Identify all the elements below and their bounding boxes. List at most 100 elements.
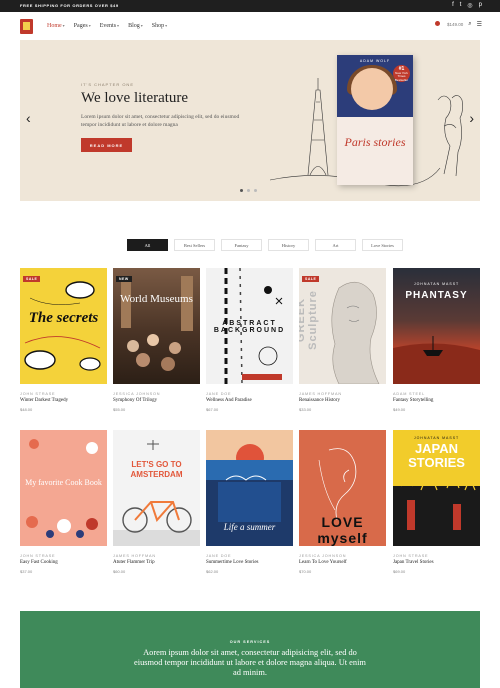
book-title[interactable]: Learn To Love Yourself xyxy=(299,560,347,565)
book-cover[interactable]: World Museums NEW xyxy=(113,268,200,384)
book-price: $33.00 xyxy=(299,407,312,412)
book-cover-title: PHANTASY xyxy=(405,290,468,301)
book-title[interactable]: Winter Darkest Tragedy xyxy=(20,398,68,403)
featured-book-cover[interactable]: ADAM WOLF #1 New York Times Bestseller Pa… xyxy=(337,55,413,185)
book-cover-art xyxy=(26,439,98,538)
slider-dot[interactable] xyxy=(254,189,257,192)
header-actions: $149.00 ⌕ ☰ xyxy=(434,21,482,28)
book-price: $55.00 xyxy=(113,407,126,412)
book-price: $49.00 xyxy=(393,407,406,412)
book-author: JAMES HOFFMAN xyxy=(113,554,156,558)
hero-title: We love literature xyxy=(81,90,189,106)
book-author: JOHN STRASE xyxy=(20,554,56,558)
nav-item-home[interactable]: Home▾ xyxy=(47,23,65,29)
book-price: $62.00 xyxy=(206,569,219,574)
site-header: Home▾ Pages▾ Events▾ Blog▾ Shop▾ $149.00… xyxy=(0,12,500,40)
book-cover[interactable]: Life a summer xyxy=(206,430,293,546)
book-cover[interactable]: LOVE myself xyxy=(299,430,386,546)
book-cover-title: ABSTRACT BACKGROUND xyxy=(213,320,286,334)
slider-dot[interactable] xyxy=(247,189,250,192)
category-filters: All Best Sellers Fantasy History Art Lov… xyxy=(127,239,403,251)
filter-art[interactable]: Art xyxy=(315,239,356,251)
book-price: $67.00 xyxy=(206,407,219,412)
nav-item-events[interactable]: Events▾ xyxy=(100,23,119,29)
book-title[interactable]: Symphony Of Trilogy xyxy=(113,398,157,403)
book-title[interactable]: Japan Travel Stories xyxy=(393,560,434,565)
book-title[interactable]: Easy Fast Cooking xyxy=(20,560,58,565)
book-cover[interactable]: JOHNATAN MASST PHANTASY xyxy=(393,268,480,384)
filter-all[interactable]: All xyxy=(127,239,168,251)
book-cover[interactable]: My favorite Cook Book xyxy=(20,430,107,546)
sale-badge: SALE xyxy=(302,276,320,282)
twitter-icon[interactable]: t xyxy=(460,2,462,9)
book-cover[interactable]: The secrets SALE xyxy=(20,268,107,384)
book-cover[interactable]: LET'S GO TO AMSTERDAM xyxy=(113,430,200,546)
book-cover-title: JAPAN STORIES xyxy=(408,441,465,470)
book-author: JESSICA JOHNSON xyxy=(113,392,161,396)
top-bar: FREE SHIPPING FOR ORDERS OVER $49 f t ◎ … xyxy=(0,0,500,12)
book-cover-title: LOVE myself xyxy=(317,514,368,546)
book-price: $69.00 xyxy=(393,569,406,574)
read-more-button[interactable]: READ MORE xyxy=(81,138,132,152)
hero-description: Lorem ipsum dolor sit amet, consectetur … xyxy=(81,114,240,128)
book-price: $48.00 xyxy=(20,407,33,412)
cart-icon[interactable] xyxy=(434,21,442,28)
book-title[interactable]: Wellness And Paradise xyxy=(206,398,252,403)
cart-total[interactable]: $149.00 xyxy=(447,22,463,27)
slider-dots xyxy=(240,189,257,192)
book-title[interactable]: Atuter Flammer Trip xyxy=(113,560,155,565)
nav-item-pages[interactable]: Pages▾ xyxy=(74,23,91,29)
services-label: OUR SERVICES xyxy=(229,640,271,644)
shipping-notice: FREE SHIPPING FOR ORDERS OVER $49 xyxy=(20,3,119,8)
book-author: JANE DOE xyxy=(206,392,232,396)
book-author: JOHN STRASE xyxy=(393,554,429,558)
hero-eyebrow: IT'S CHAPTER ONE xyxy=(81,82,134,87)
facebook-icon[interactable]: f xyxy=(452,2,454,9)
book-cover-title: GREEK Sculpture xyxy=(299,290,319,350)
sale-badge: SALE xyxy=(23,276,41,282)
filter-fantasy[interactable]: Fantasy xyxy=(221,239,262,251)
featured-book-author: ADAM WOLF xyxy=(359,59,391,63)
book-author: JOHN STRASE xyxy=(20,392,56,396)
site-logo[interactable] xyxy=(20,19,33,34)
book-cover-author: JOHNATAN MASST xyxy=(413,436,460,440)
nav-item-blog[interactable]: Blog▾ xyxy=(128,23,143,29)
slider-prev-arrow-icon[interactable]: ‹ xyxy=(26,110,31,126)
book-price: $70.00 xyxy=(299,569,312,574)
book-cover-author: JOHNATAN MASST xyxy=(413,282,460,286)
book-cover[interactable]: JOHNATAN MASST JAPAN STORIES xyxy=(393,430,480,546)
book-cover-title: My favorite Cook Book xyxy=(25,478,102,487)
filter-love-stories[interactable]: Love Stories xyxy=(362,239,403,251)
social-links: f t ◎ p xyxy=(452,2,482,9)
book-cover-title: The secrets xyxy=(28,310,99,326)
filter-history[interactable]: History xyxy=(268,239,309,251)
book-author: ADAM STEEL xyxy=(393,392,426,396)
book-author: JANE DOE xyxy=(206,554,232,558)
bestseller-badge: #1 New York Times Bestseller xyxy=(393,65,410,82)
book-author: JAMES HOFFMAN xyxy=(299,392,342,396)
book-author: JESSICA JOHNSON xyxy=(299,554,347,558)
book-title[interactable]: Summertime Love Stories xyxy=(206,560,259,565)
instagram-icon[interactable]: ◎ xyxy=(467,2,472,9)
book-cover-art xyxy=(113,440,200,546)
featured-book-title: Paris stories xyxy=(344,135,406,149)
book-cover-art xyxy=(121,276,193,371)
slider-dot[interactable] xyxy=(240,189,243,192)
book-cover[interactable]: GREEK Sculpture SALE xyxy=(299,268,386,384)
menu-icon[interactable]: ☰ xyxy=(477,21,482,28)
book-cover[interactable]: ABSTRACT BACKGROUND xyxy=(206,268,293,384)
services-text: Aorem ipsum dolor sit amet, consectetur … xyxy=(134,648,366,677)
book-cover-title: LET'S GO TO AMSTERDAM xyxy=(130,460,183,479)
book-price: $37.00 xyxy=(20,569,33,574)
filter-best-sellers[interactable]: Best Sellers xyxy=(174,239,215,251)
book-cover-title: Life a summer xyxy=(223,522,276,532)
book-cover-title: World Museums xyxy=(120,293,193,305)
search-icon[interactable]: ⌕ xyxy=(468,21,471,28)
nav-item-shop[interactable]: Shop▾ xyxy=(152,23,167,29)
services-banner: OUR SERVICES Aorem ipsum dolor sit amet,… xyxy=(20,611,480,688)
book-title[interactable]: Fantasy Storytelling xyxy=(393,398,433,403)
new-badge: NEW xyxy=(116,276,132,282)
book-title[interactable]: Renaissance History xyxy=(299,398,340,403)
book-price: $60.00 xyxy=(113,569,126,574)
pinterest-icon[interactable]: p xyxy=(479,2,482,9)
